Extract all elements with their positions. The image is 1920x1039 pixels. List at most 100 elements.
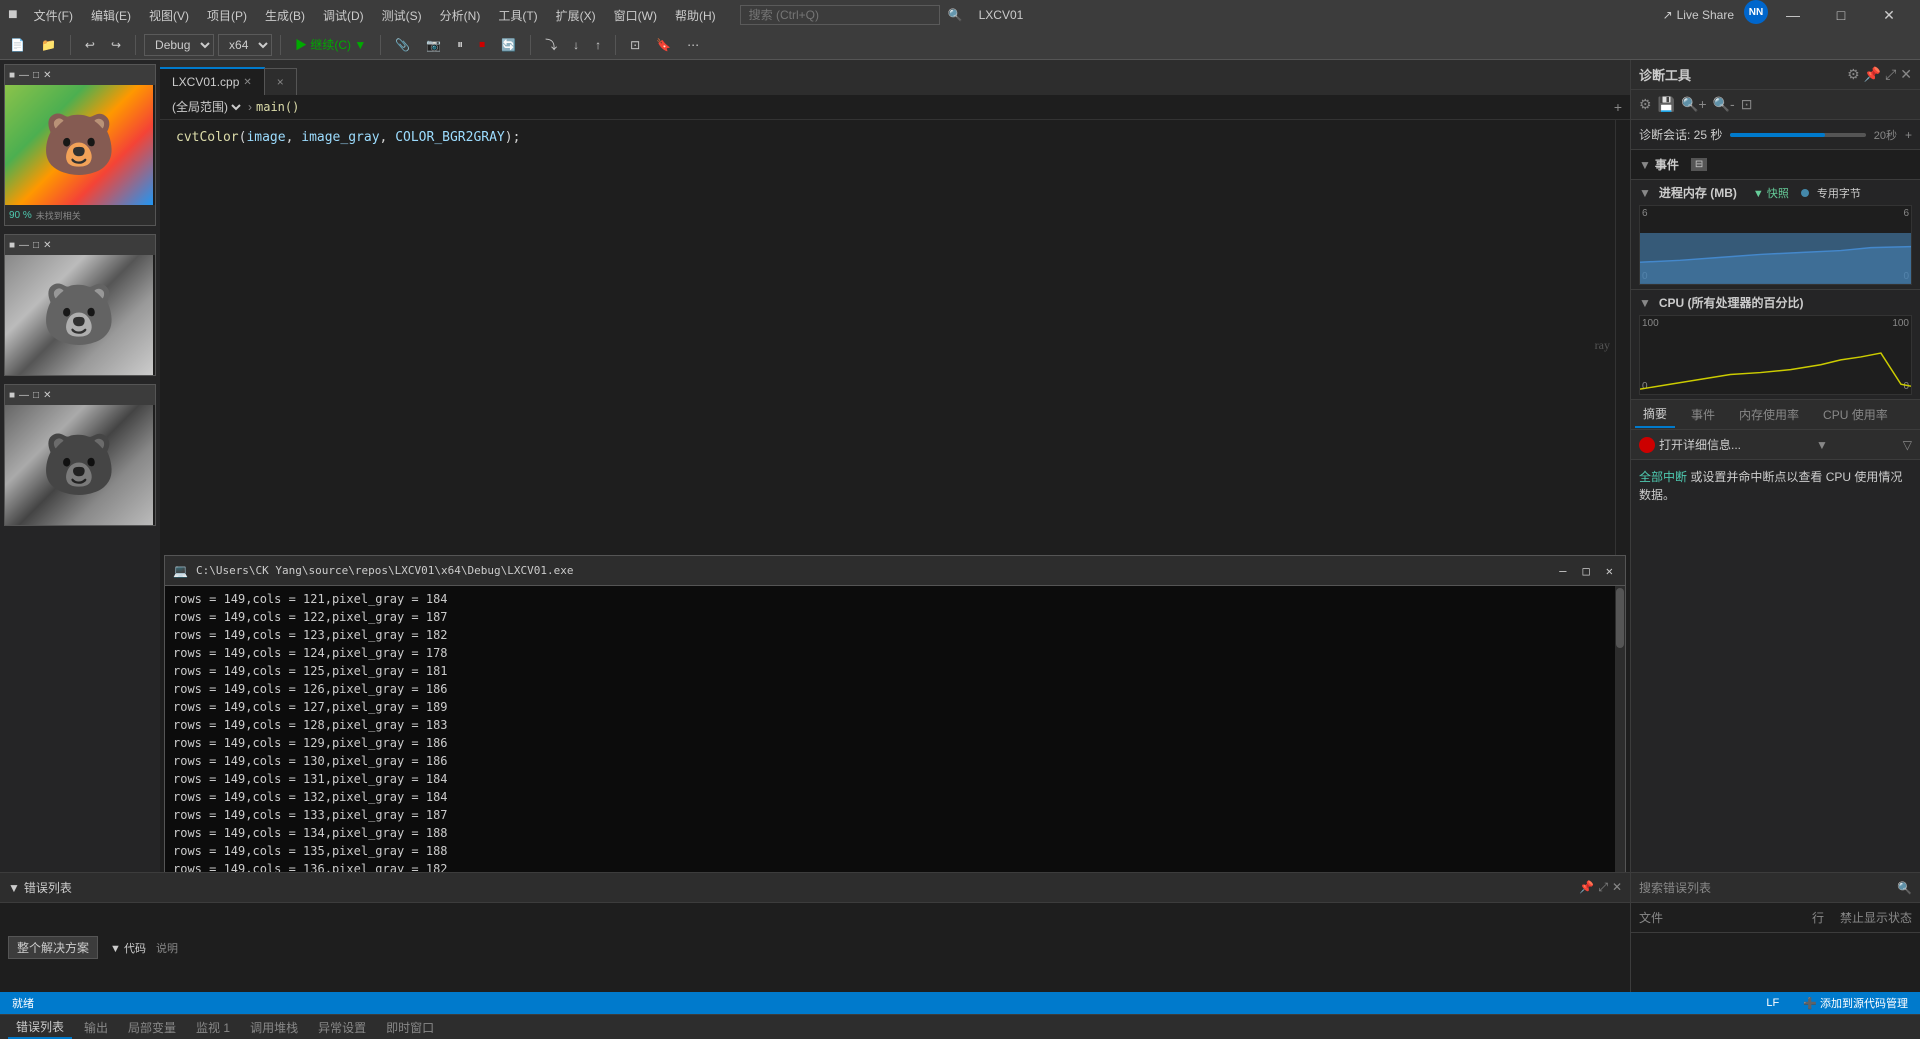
win-max-color[interactable]: □	[33, 70, 39, 81]
win-max-gray1[interactable]: □	[33, 240, 39, 251]
play-btn[interactable]: ▶ 继续(C) ▼	[289, 34, 372, 55]
diag-tool-zoom-out[interactable]: 🔍-	[1713, 96, 1735, 113]
menu-analyze[interactable]: 分析(N)	[432, 3, 489, 28]
diag-tool-fit[interactable]: ⊡	[1741, 96, 1753, 113]
session-slider[interactable]	[1730, 133, 1865, 137]
menu-edit[interactable]: 编辑(E)	[83, 3, 139, 28]
btab-locals[interactable]: 局部变量	[120, 1017, 184, 1038]
menu-view[interactable]: 视图(V)	[141, 3, 197, 28]
win-close-color[interactable]: ✕	[43, 70, 51, 81]
cpu-expand[interactable]: ▼	[1639, 296, 1651, 310]
break-all-link[interactable]: 全部中断	[1639, 470, 1687, 484]
step-over-btn[interactable]: ⤵	[539, 34, 563, 55]
btab-errors[interactable]: 错误列表	[8, 1016, 72, 1039]
btab-callstack[interactable]: 调用堆栈	[242, 1017, 306, 1038]
console-close-btn[interactable]: ✕	[1602, 562, 1617, 580]
editor-scrollbar[interactable]	[1615, 120, 1630, 555]
errors-close-icon[interactable]: ✕	[1612, 880, 1622, 895]
tab-close-cpp[interactable]: ✕	[243, 77, 251, 88]
maximize-button[interactable]: □	[1818, 0, 1864, 30]
btab-exceptions[interactable]: 异常设置	[310, 1017, 374, 1038]
undo-btn[interactable]: ↩	[79, 36, 101, 54]
btab-output[interactable]: 输出	[76, 1017, 116, 1038]
diag-maximize-icon[interactable]: ⤢	[1885, 66, 1896, 83]
bookmark-btn[interactable]: 🔖	[650, 36, 677, 54]
user-avatar[interactable]: NN	[1744, 0, 1768, 24]
err-tab-code[interactable]: ▼ 代码	[106, 938, 150, 958]
status-branch[interactable]: 就绪	[8, 995, 38, 1011]
memory-filter-icon[interactable]: ▼ 快照	[1753, 185, 1789, 201]
minimize-button[interactable]: —	[1770, 0, 1816, 30]
diag-tool-save[interactable]: 💾	[1658, 96, 1675, 113]
step-out-btn[interactable]: ↑	[589, 36, 607, 54]
breadcrumb-scope-select[interactable]: (全局范围)	[168, 99, 244, 115]
btab-immediate[interactable]: 即时窗口	[378, 1017, 442, 1038]
errors-search-icon[interactable]: 🔍	[1897, 881, 1912, 895]
new-file-btn[interactable]: 📄	[4, 36, 31, 54]
fix-solution-btn[interactable]: 整个解决方案	[8, 936, 98, 959]
win-min-color[interactable]: —	[19, 70, 29, 81]
tab-lxcv01-cpp[interactable]: LXCV01.cpp ✕	[160, 67, 265, 95]
diag-tool-settings[interactable]: ⚙	[1639, 96, 1652, 113]
more-btn[interactable]: ⋯	[681, 36, 705, 54]
diag-close-icon[interactable]: ✕	[1900, 66, 1912, 83]
open-details-link[interactable]: 打开详细信息...	[1659, 436, 1741, 453]
diag-settings-icon[interactable]: ⚙	[1847, 66, 1860, 83]
btab-watch1[interactable]: 监视 1	[188, 1017, 238, 1038]
win-min-gray2[interactable]: —	[19, 390, 29, 401]
console-scrollbar-thumb	[1616, 588, 1624, 648]
restart-btn[interactable]: 🔄	[495, 36, 522, 54]
win-min-gray1[interactable]: —	[19, 240, 29, 251]
search-input[interactable]	[740, 5, 940, 25]
diag-tab-summary[interactable]: 摘要	[1635, 401, 1675, 428]
win-max-gray2[interactable]: □	[33, 390, 39, 401]
open-btn[interactable]: 📁	[35, 36, 62, 54]
code-editor[interactable]: cvtColor(image, image_gray, COLOR_BGR2GR…	[160, 120, 1630, 555]
console-min-btn[interactable]: —	[1555, 562, 1570, 580]
diag-tool-zoom-in[interactable]: 🔍+	[1681, 96, 1707, 113]
menu-extensions[interactable]: 扩展(X)	[548, 3, 604, 28]
editor-add-btn[interactable]: +	[1614, 99, 1622, 115]
close-button[interactable]: ✕	[1866, 0, 1912, 30]
status-add-source[interactable]: ➕ 添加到源代码管理	[1799, 995, 1912, 1011]
config-select[interactable]: Debug	[144, 34, 214, 56]
win-close-gray1[interactable]: ✕	[43, 240, 51, 251]
diag-events-expand[interactable]: ▼	[1639, 158, 1651, 172]
menu-project[interactable]: 项目(P)	[199, 3, 255, 28]
menu-debug[interactable]: 调试(D)	[315, 3, 372, 28]
console-line: rows = 149,cols = 124,pixel_gray = 178	[173, 644, 1617, 662]
diag-pin-icon[interactable]: 📌	[1864, 66, 1881, 83]
menu-build[interactable]: 生成(B)	[257, 3, 313, 28]
redo-btn[interactable]: ↪	[105, 36, 127, 54]
snapshot-btn[interactable]: 📷	[420, 36, 447, 54]
diag-tab-cpu[interactable]: CPU 使用率	[1815, 402, 1896, 427]
menu-help[interactable]: 帮助(H)	[667, 3, 724, 28]
errors-pin-icon[interactable]: 📌	[1579, 880, 1594, 895]
win-icon-gray2: ■	[9, 390, 15, 401]
status-zoom[interactable]: LF	[1762, 997, 1783, 1009]
tab-extra[interactable]: ×	[265, 68, 297, 95]
platform-select[interactable]: x64	[218, 34, 272, 56]
console-line: rows = 149,cols = 129,pixel_gray = 186	[173, 734, 1617, 752]
stop-btn[interactable]: ⏹	[473, 35, 491, 54]
diag-filter-icon-2[interactable]: ▽	[1903, 438, 1912, 452]
diag-tab-events[interactable]: 事件	[1683, 402, 1723, 427]
step-into-btn[interactable]: ↓	[567, 36, 585, 54]
menu-file[interactable]: 文件(F)	[26, 3, 81, 28]
record-button[interactable]	[1639, 437, 1655, 453]
errors-expand-icon[interactable]: ▼	[8, 881, 20, 895]
diag-filter-icon-1[interactable]: ▼	[1816, 438, 1828, 452]
console-max-btn[interactable]: □	[1579, 562, 1594, 580]
breakpoints-btn[interactable]: ⊡	[624, 36, 646, 54]
menu-tools[interactable]: 工具(T)	[490, 3, 545, 28]
live-share-btn[interactable]: ↗ Live Share	[1663, 0, 1734, 30]
errors-maximize-icon[interactable]: ⤢	[1598, 880, 1608, 895]
memory-expand[interactable]: ▼	[1639, 186, 1651, 200]
menu-window[interactable]: 窗口(W)	[606, 3, 665, 28]
err-tab-desc[interactable]: 说明	[152, 938, 182, 958]
menu-test[interactable]: 测试(S)	[374, 3, 430, 28]
win-close-gray2[interactable]: ✕	[43, 390, 51, 401]
pause-btn[interactable]: ⏸	[451, 35, 469, 54]
attach-btn[interactable]: 📎	[389, 36, 416, 54]
diag-tab-memory[interactable]: 内存使用率	[1731, 402, 1807, 427]
